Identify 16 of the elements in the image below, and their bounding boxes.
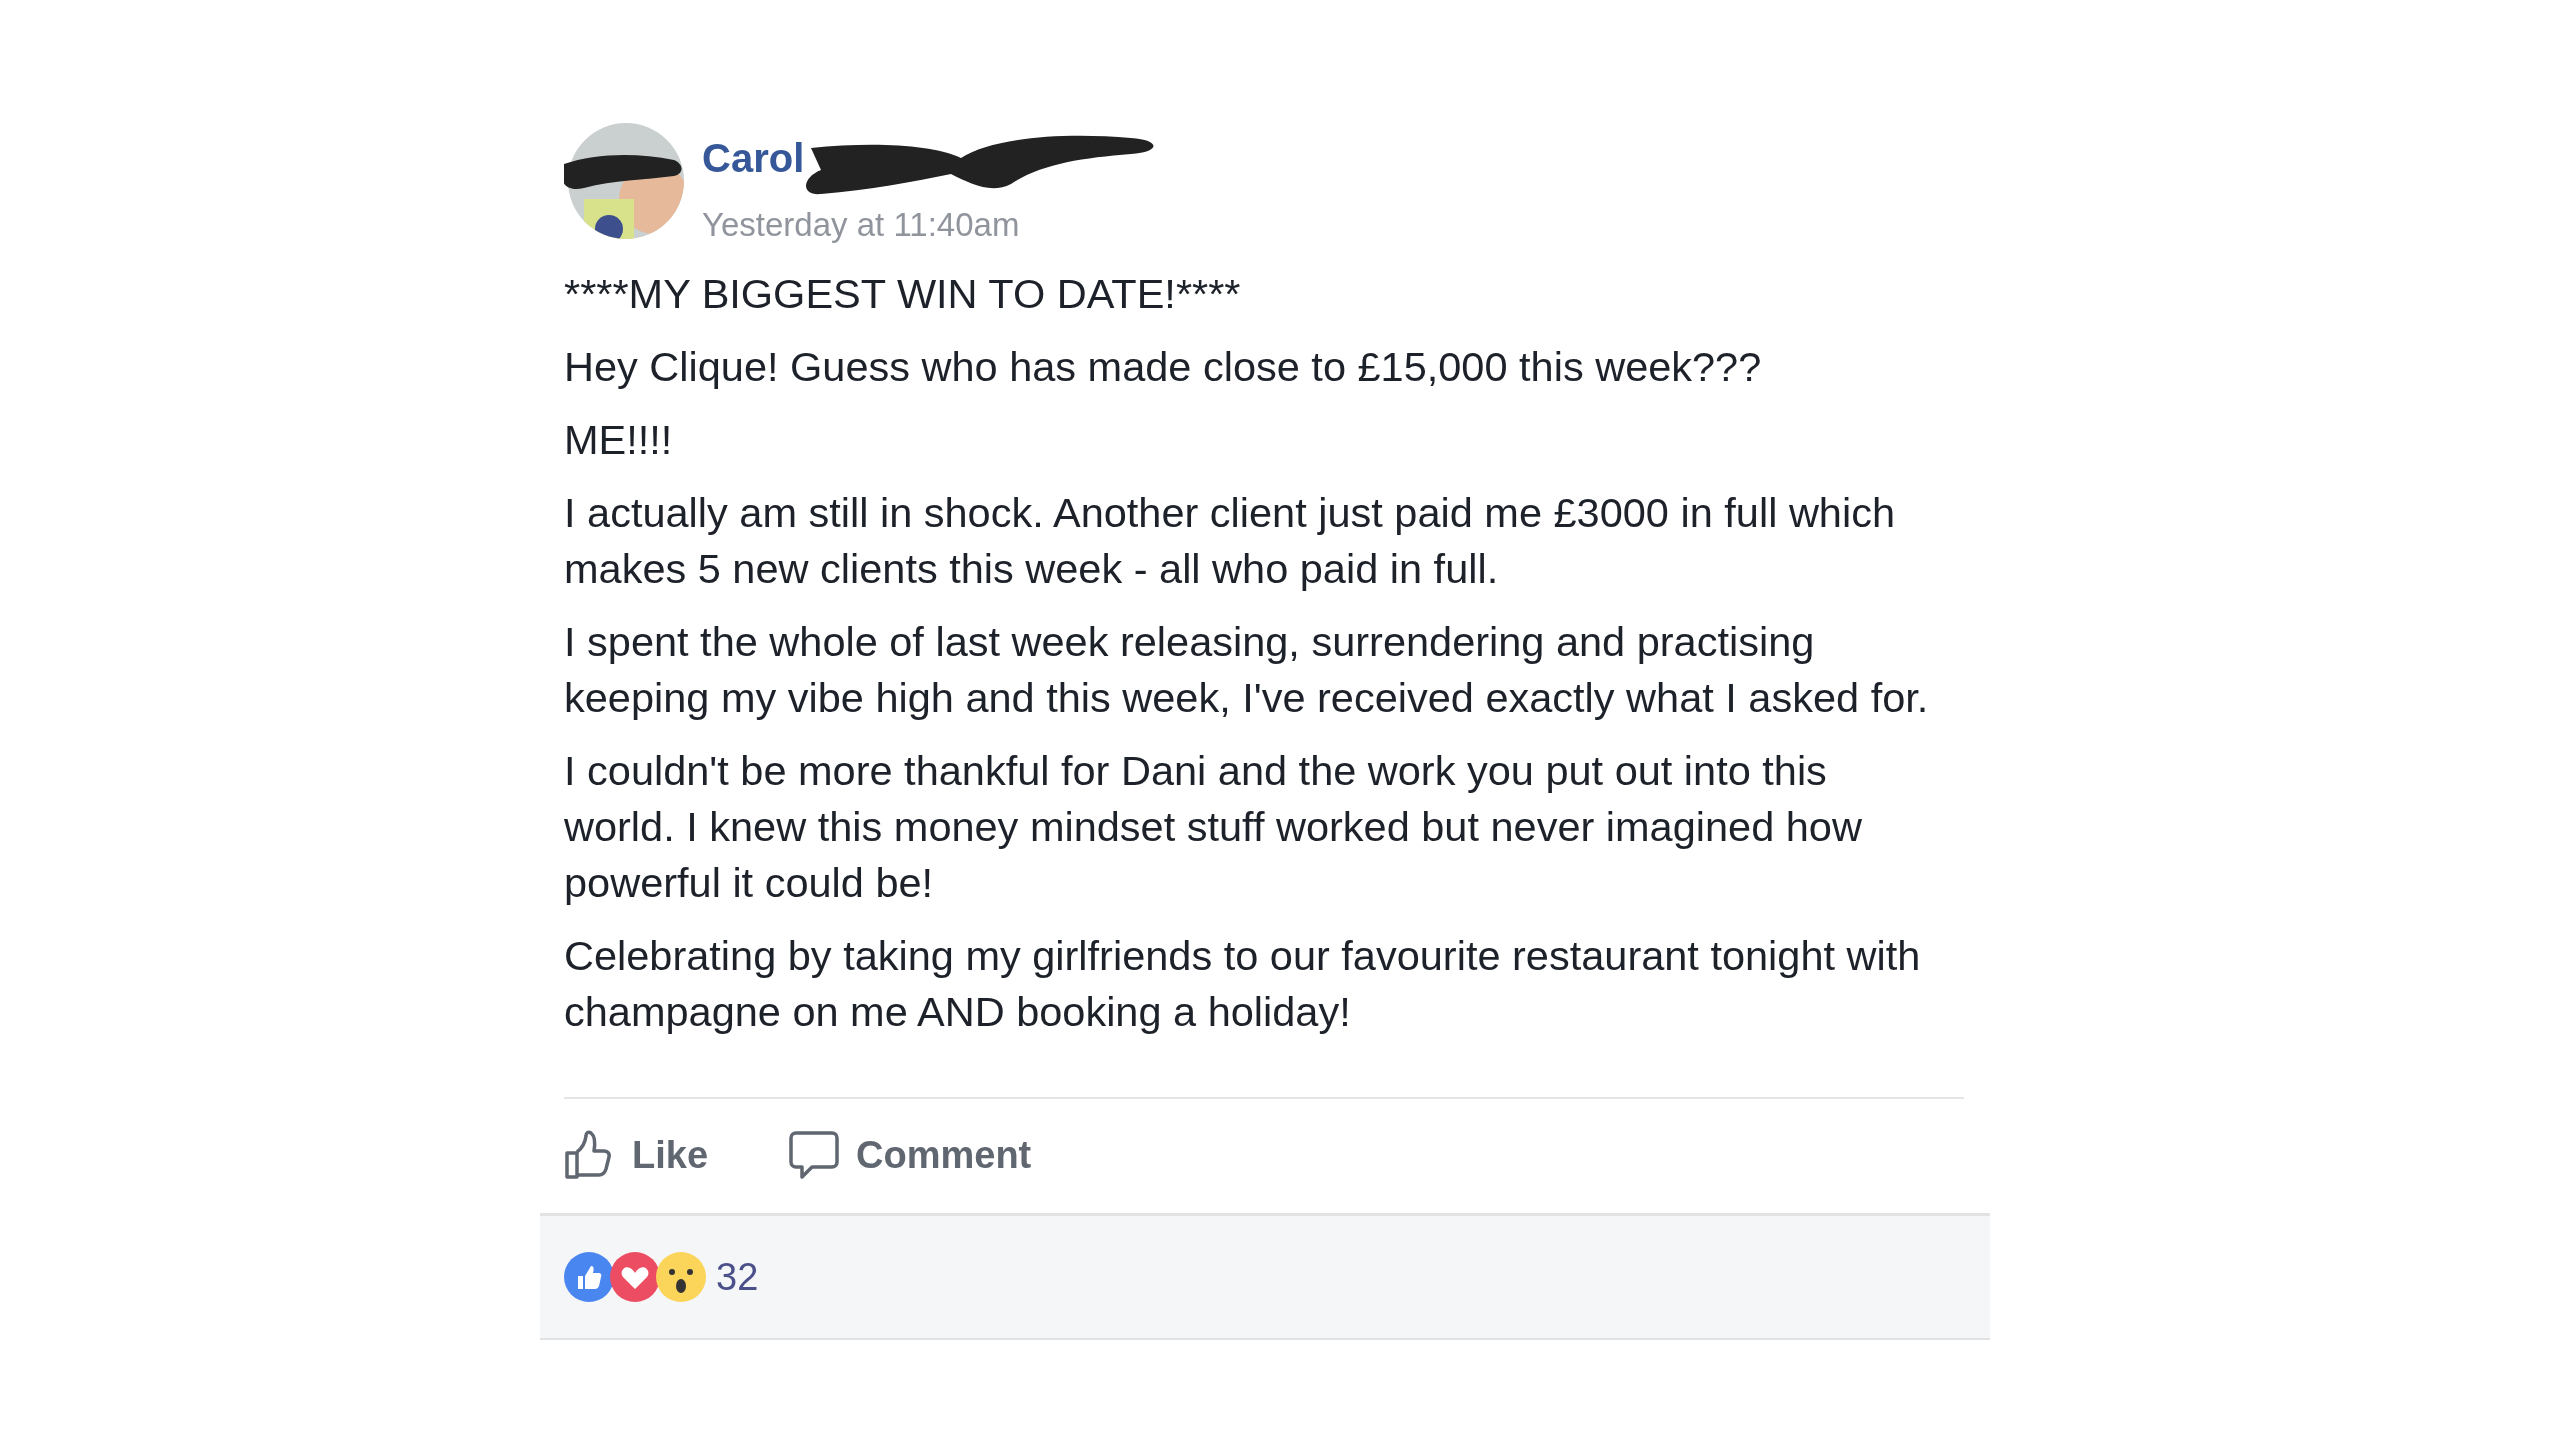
reaction-count[interactable]: 32 — [716, 1255, 759, 1299]
surprised-face-icon — [656, 1252, 706, 1302]
post-paragraph: ME!!!! — [564, 415, 674, 465]
author-name[interactable]: Carol — [702, 135, 805, 181]
post-paragraph: ****MY BIGGEST WIN TO DATE!**** — [564, 269, 1242, 319]
post-timestamp[interactable]: Yesterday at 11:40am — [702, 206, 1167, 244]
speech-bubble-icon — [788, 1129, 841, 1181]
post-paragraph: Celebrating by taking my girlfriends to our favourite restaurant tonight with champagne on me AND booking a holiday! — [564, 931, 1922, 1037]
post-paragraph: Hey Clique! Guess who has made close to £15,000 this week??? — [564, 342, 1763, 392]
heart-reaction-icon — [610, 1252, 660, 1302]
like-button[interactable]: Like — [564, 1129, 709, 1181]
post-paragraph: I couldn't be more thankful for Dani and the work you put out into this world. I knew this money mindset stuff worked but never imagined how powerful it could be! — [564, 746, 1863, 908]
post-paragraph: I actually am still in shock. Another client just paid me £3000 in full which makes 5 new clients this week - all who paid in full. — [564, 488, 1896, 594]
comment-button[interactable]: Comment — [788, 1129, 1032, 1181]
post-paragraph: I spent the whole of last week releasing, surrendering and practising keeping my vibe high and this week, I've received exactly what I asked for. — [564, 617, 1930, 723]
like-reaction-icon — [564, 1252, 614, 1302]
